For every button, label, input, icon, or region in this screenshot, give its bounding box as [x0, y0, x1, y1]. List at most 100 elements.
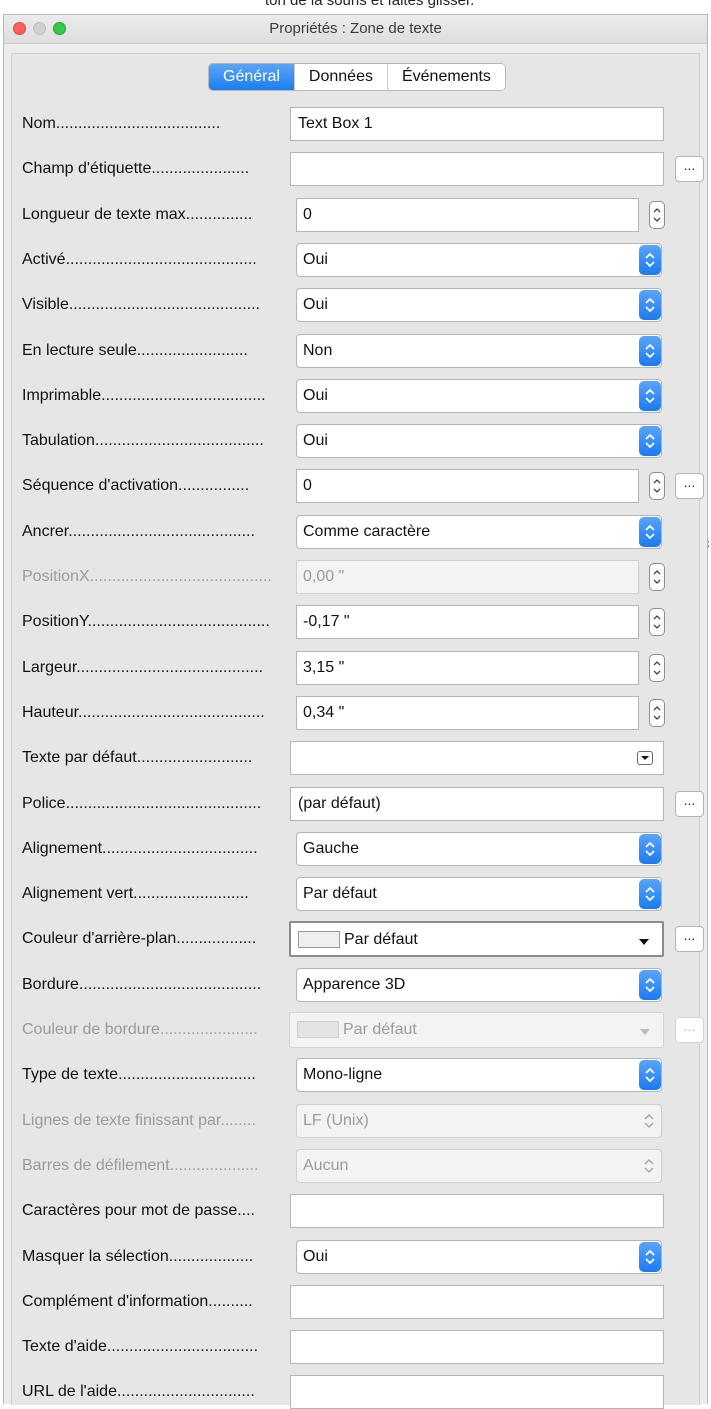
- property-label: Activé..................................…: [22, 251, 257, 268]
- property-value: Par défaut: [344, 931, 418, 948]
- numeric-field[interactable]: 0,34 ": [296, 696, 639, 730]
- property-label: Lignes de texte finissant par........: [22, 1112, 256, 1129]
- select-field[interactable]: Oui: [296, 379, 662, 413]
- property-label: Alignement..............................…: [22, 840, 258, 857]
- text-field[interactable]: [290, 1285, 664, 1319]
- stepper-arrows-icon[interactable]: [649, 608, 665, 636]
- combo-field[interactable]: [290, 741, 664, 775]
- numeric-field[interactable]: 0: [296, 469, 639, 503]
- select-field[interactable]: Oui: [296, 288, 662, 322]
- property-value: -0,17 ": [303, 613, 350, 630]
- property-row: Caractères pour mot de passe....: [12, 1194, 701, 1228]
- select-field[interactable]: Mono-ligne: [296, 1058, 662, 1092]
- property-row: Ancrer..................................…: [12, 515, 701, 549]
- more-options-button[interactable]: ...: [675, 473, 704, 499]
- select-field[interactable]: Oui: [296, 1240, 662, 1274]
- chevron-updown-icon: [639, 245, 661, 275]
- property-value: 3,15 ": [303, 659, 345, 676]
- select-field: LF (Unix): [296, 1104, 662, 1138]
- numeric-field: 0,00 ": [296, 560, 639, 594]
- property-label: Masquer la sélection...................: [22, 1248, 254, 1265]
- select-field[interactable]: Apparence 3D: [296, 968, 662, 1002]
- tab-donnees[interactable]: Données: [294, 64, 388, 90]
- stepper-arrows-icon[interactable]: [649, 472, 665, 500]
- property-label: Couleur d'arrière-plan..................: [22, 930, 257, 947]
- property-value: 0: [303, 206, 312, 223]
- more-options-button[interactable]: ...: [675, 791, 704, 817]
- property-label: Séquence d'activation................: [22, 477, 250, 494]
- property-row: Longueur de texte max............... 0: [12, 198, 701, 232]
- select-field[interactable]: Oui: [296, 424, 662, 458]
- chevron-updown-icon: [639, 1242, 661, 1272]
- property-label: Police..................................…: [22, 795, 262, 812]
- property-value: 0,34 ": [303, 704, 345, 721]
- text-field[interactable]: [290, 1194, 664, 1228]
- select-field[interactable]: Gauche: [296, 832, 662, 866]
- property-label: Couleur de bordure......................: [22, 1021, 258, 1038]
- property-row: PositionY...............................…: [12, 605, 701, 639]
- dropdown-arrow-icon: [639, 1024, 651, 1042]
- property-value: Oui: [303, 432, 328, 449]
- property-row: PositionX...............................…: [12, 560, 701, 594]
- property-row: Hauteur.................................…: [12, 696, 701, 730]
- color-swatch: [297, 1021, 339, 1039]
- stepper-arrows-icon[interactable]: [649, 699, 665, 727]
- chevron-updown-icon: [639, 834, 661, 864]
- property-label: Visible.................................…: [22, 296, 260, 313]
- property-row: Bordure.................................…: [12, 968, 701, 1002]
- numeric-field[interactable]: 3,15 ": [296, 651, 639, 685]
- property-value: Gauche: [303, 840, 360, 857]
- stepper-arrows-icon[interactable]: [649, 654, 665, 682]
- property-value: Par défaut: [343, 1021, 417, 1038]
- more-options-button[interactable]: ...: [675, 156, 704, 182]
- property-row: Nom.....................................…: [12, 107, 701, 141]
- property-value: Mono-ligne: [303, 1066, 383, 1083]
- property-label: Imprimable..............................…: [22, 387, 266, 404]
- text-field[interactable]: [290, 1330, 664, 1364]
- property-label: PositionY...............................…: [22, 613, 270, 630]
- numeric-field[interactable]: -0,17 ": [296, 605, 639, 639]
- property-row: Alignement..............................…: [12, 832, 701, 866]
- text-field[interactable]: (par défaut): [290, 787, 664, 821]
- select-field[interactable]: Par défaut: [296, 877, 662, 911]
- property-value: 0,00 ": [303, 568, 345, 585]
- property-row: Texte par défaut........................…: [12, 741, 701, 775]
- text-field[interactable]: [290, 152, 664, 186]
- property-value: 0: [303, 477, 312, 494]
- property-value: Apparence 3D: [303, 976, 406, 993]
- chevron-updown-icon: [639, 879, 661, 909]
- property-row: Couleur d'arrière-plan..................…: [12, 921, 704, 957]
- property-value: Oui: [303, 251, 328, 268]
- color-picker[interactable]: Par défaut: [289, 921, 664, 957]
- numeric-field[interactable]: 0: [296, 198, 639, 232]
- property-row: Activé..................................…: [12, 243, 701, 277]
- property-row: En lecture seule........................…: [12, 334, 701, 368]
- tab-general[interactable]: Général: [209, 64, 295, 90]
- property-label: Caractères pour mot de passe....: [22, 1202, 255, 1219]
- property-row: Visible.................................…: [12, 288, 701, 322]
- dropdown-arrow-icon[interactable]: [637, 751, 653, 765]
- select-field[interactable]: Non: [296, 334, 662, 368]
- select-field[interactable]: Comme caractère: [296, 515, 662, 549]
- dropdown-arrow-icon: [638, 934, 650, 952]
- property-row: Type de texte...........................…: [12, 1058, 701, 1092]
- background-document: ton de la souris et faites glisser.: [0, 0, 711, 14]
- property-label: Champ d'étiquette......................: [22, 160, 250, 177]
- properties-dialog: Propriétés : Zone de texte Général Donné…: [3, 14, 708, 1409]
- property-value: Aucun: [303, 1157, 349, 1174]
- property-label: Largeur.................................…: [22, 659, 263, 676]
- chevron-updown-icon: [639, 970, 661, 1000]
- stepper-arrows-icon[interactable]: [649, 201, 665, 229]
- text-field[interactable]: Text Box 1: [290, 107, 664, 141]
- property-row: Alignement vert.........................…: [12, 877, 701, 911]
- property-row: Masquer la sélection................... O…: [12, 1240, 701, 1274]
- more-options-button[interactable]: ...: [675, 926, 704, 952]
- color-picker: Par défaut: [289, 1012, 664, 1048]
- tab-evenements[interactable]: Événements: [387, 64, 505, 90]
- title-bar[interactable]: Propriétés : Zone de texte: [4, 15, 707, 44]
- property-row: Lignes de texte finissant par........ LF …: [12, 1104, 701, 1138]
- chevron-updown-icon: [643, 1156, 655, 1176]
- select-field[interactable]: Oui: [296, 243, 662, 277]
- property-row: Séquence d'activation................ 0..…: [12, 469, 704, 503]
- property-value: Non: [303, 342, 333, 359]
